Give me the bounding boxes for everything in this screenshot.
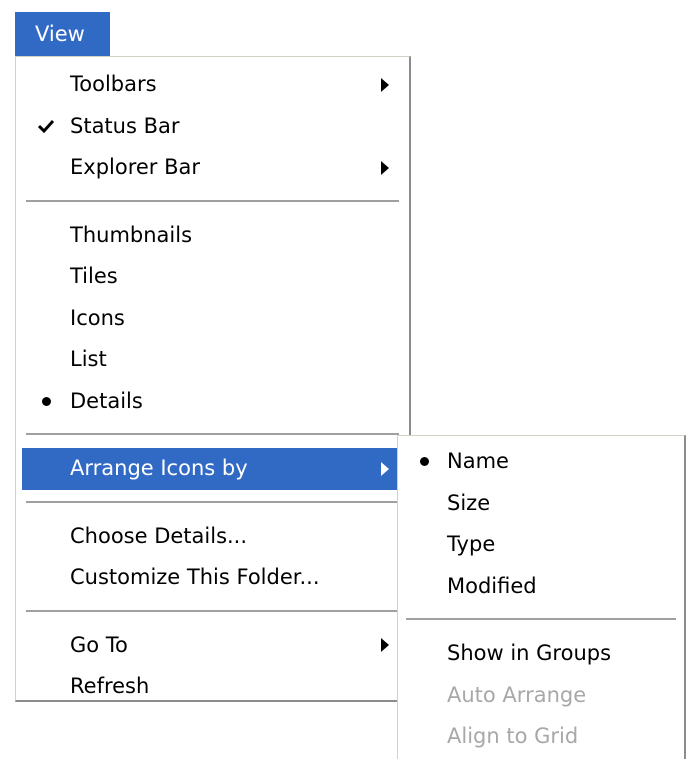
submenu-arrow-icon	[381, 147, 389, 189]
menu-item-label: Tiles	[70, 264, 118, 288]
menu-separator	[26, 500, 399, 504]
menu-item-go-to[interactable]: Go To	[22, 625, 405, 667]
menu-item-sort-modified[interactable]: Modified	[401, 566, 680, 608]
menu-item-label: Show in Groups	[447, 641, 612, 665]
menu-item-details[interactable]: Details	[22, 381, 405, 423]
radio-bullet-icon	[36, 381, 56, 423]
menu-item-list[interactable]: List	[22, 339, 405, 381]
menu-item-label: Icons	[70, 305, 125, 330]
menu-item-align-to-grid: Align to Grid	[401, 716, 680, 758]
radio-bullet-icon	[414, 441, 434, 483]
menu-item-customize-folder[interactable]: Customize This Folder...	[22, 557, 405, 599]
menu-item-label: Name	[447, 449, 509, 473]
menu-item-label: List	[70, 347, 107, 371]
menu-item-icons[interactable]: Icons	[22, 298, 405, 340]
menu-item-label: Explorer Bar	[70, 155, 201, 179]
menu-item-label: Type	[447, 532, 496, 556]
menu-item-thumbnails[interactable]: Thumbnails	[22, 215, 405, 257]
menu-item-sort-type[interactable]: Type	[401, 524, 680, 566]
menu-item-label: Status Bar	[70, 113, 180, 138]
submenu-arrow-icon	[381, 64, 389, 106]
menu-view[interactable]: View	[15, 12, 110, 56]
menu-separator	[26, 199, 399, 203]
menu-item-label: Modified	[447, 573, 537, 598]
arrange-icons-submenu: Name Size Type Modified Show in Groups A…	[397, 435, 686, 759]
submenu-arrow-icon	[381, 448, 389, 490]
menu-item-refresh[interactable]: Refresh	[22, 666, 405, 708]
menu-item-label: Align to Grid	[447, 724, 579, 748]
menu-item-label: Thumbnails	[70, 222, 193, 247]
submenu-arrow-icon	[381, 625, 389, 667]
menu-item-show-in-groups[interactable]: Show in Groups	[401, 633, 680, 675]
checkmark-icon	[36, 106, 56, 148]
menu-item-auto-arrange: Auto Arrange	[401, 675, 680, 717]
menu-item-label: Details	[70, 388, 143, 413]
menu-item-arrange-icons-by[interactable]: Arrange Icons by	[22, 448, 405, 490]
menu-item-label: Size	[447, 490, 491, 515]
menu-item-label: Auto Arrange	[447, 682, 587, 707]
menu-item-label: Customize This Folder...	[70, 565, 320, 589]
menu-item-explorer-bar[interactable]: Explorer Bar	[22, 147, 405, 189]
menu-separator	[26, 433, 399, 436]
menu-item-toolbars[interactable]: Toolbars	[22, 64, 405, 106]
menu-item-label: Toolbars	[70, 72, 157, 96]
menu-item-tiles[interactable]: Tiles	[22, 256, 405, 298]
menu-separator	[406, 618, 676, 621]
menu-item-label: Arrange Icons by	[70, 456, 248, 480]
menu-item-choose-details[interactable]: Choose Details...	[22, 516, 405, 558]
menu-item-sort-name[interactable]: Name	[401, 441, 680, 483]
view-menu: Toolbars Status Bar Explorer Bar Thumbna…	[15, 56, 411, 702]
menu-item-sort-size[interactable]: Size	[401, 483, 680, 525]
menu-separator	[26, 609, 399, 613]
menu-item-label: Go To	[70, 632, 128, 657]
menu-item-label: Choose Details...	[70, 523, 248, 548]
menu-item-status-bar[interactable]: Status Bar	[22, 106, 405, 148]
screen: View Toolbars Status Bar Explorer Bar Th…	[0, 0, 686, 759]
menu-item-label: Refresh	[70, 674, 150, 698]
